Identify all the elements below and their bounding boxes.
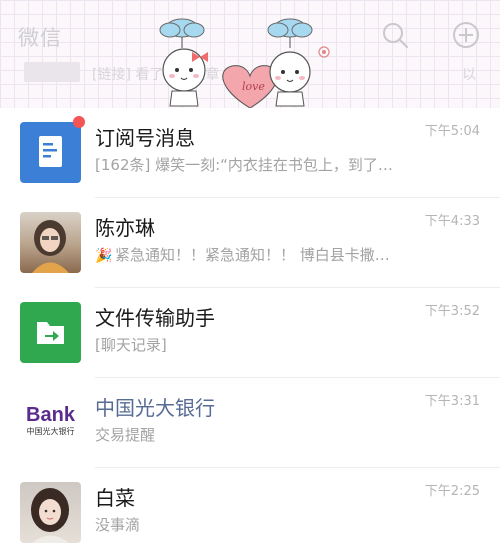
contact-photo: [32, 220, 69, 273]
chat-list: 订阅号消息 下午5:04 [162条] 爆笑一刻:“内衣挂在书包上，到了… 陈亦…: [0, 108, 500, 544]
app-title: 微信: [18, 26, 62, 50]
doll-right: [269, 46, 330, 107]
chat-time: 下午5:04: [424, 124, 480, 139]
chat-item-contact[interactable]: 陈亦琳 下午4:33 🎉 紧急通知！！紧急通知！！ 博白县卡撒…: [0, 198, 500, 288]
chat-item-bank[interactable]: Bank 中国光大银行 中国光大银行 下午3:31 交易提醒: [0, 378, 500, 468]
cloud-right: [267, 18, 313, 48]
file-transfer-icon: [37, 322, 64, 344]
chat-time: 下午3:52: [424, 304, 480, 319]
doll-left: [162, 48, 208, 107]
top-bar: 微信 [链接] 看了你的文章，我…… 以 love: [0, 0, 500, 108]
bank-logo-subtext: 中国光大银行: [26, 427, 75, 436]
chat-preview: 交易提醒: [95, 426, 156, 444]
unread-dot: [73, 116, 85, 128]
chat-time: 下午2:25: [424, 484, 480, 499]
chat-preview: [聊天记录]: [95, 336, 167, 354]
bank-logo: Bank 中国光大银行: [20, 404, 81, 438]
subscription-doc-icon: [39, 136, 62, 167]
heart-decoration: love: [222, 65, 278, 108]
avatar: [20, 482, 81, 543]
chat-name: 订阅号消息: [95, 126, 195, 150]
chat-name: 白菜: [95, 486, 135, 510]
cloud-left: [159, 18, 205, 48]
bank-logo-text: Bank: [26, 404, 75, 426]
chat-preview: [162条] 爆笑一刻:“内衣挂在书包上，到了…: [95, 156, 393, 174]
avatar: [20, 212, 81, 273]
theme-decoration: love: [159, 18, 330, 108]
chat-time: 下午4:33: [424, 214, 480, 229]
chat-preview-text: 紧急通知！！紧急通知！！ 博白县卡撒…: [115, 246, 390, 264]
chat-name: 陈亦琳: [95, 216, 155, 240]
search-icon[interactable]: [380, 20, 410, 50]
faded-avatar: [24, 62, 80, 82]
chat-name: 文件传输助手: [95, 306, 215, 330]
party-popper-icon: 🎉: [95, 248, 113, 264]
chat-item-subscriptions[interactable]: 订阅号消息 下午5:04 [162条] 爆笑一刻:“内衣挂在书包上，到了…: [0, 108, 500, 198]
chat-item-file-transfer[interactable]: 文件传输助手 下午3:52 [聊天记录]: [0, 288, 500, 378]
faded-time: 以: [462, 67, 476, 83]
chat-time: 下午3:31: [424, 394, 480, 409]
avatar: [20, 122, 81, 183]
contact-photo: [31, 488, 69, 543]
chat-item-contact[interactable]: 白菜 下午2:25 没事滴: [0, 468, 500, 544]
chat-name: 中国光大银行: [95, 396, 215, 420]
svg-text:love: love: [242, 80, 265, 93]
avatar: [20, 302, 81, 363]
add-icon[interactable]: [451, 20, 481, 50]
chat-preview: 🎉 紧急通知！！紧急通知！！ 博白县卡撒…: [95, 244, 425, 265]
chat-preview: 没事滴: [95, 516, 141, 534]
avatar: Bank 中国光大银行: [20, 392, 81, 453]
